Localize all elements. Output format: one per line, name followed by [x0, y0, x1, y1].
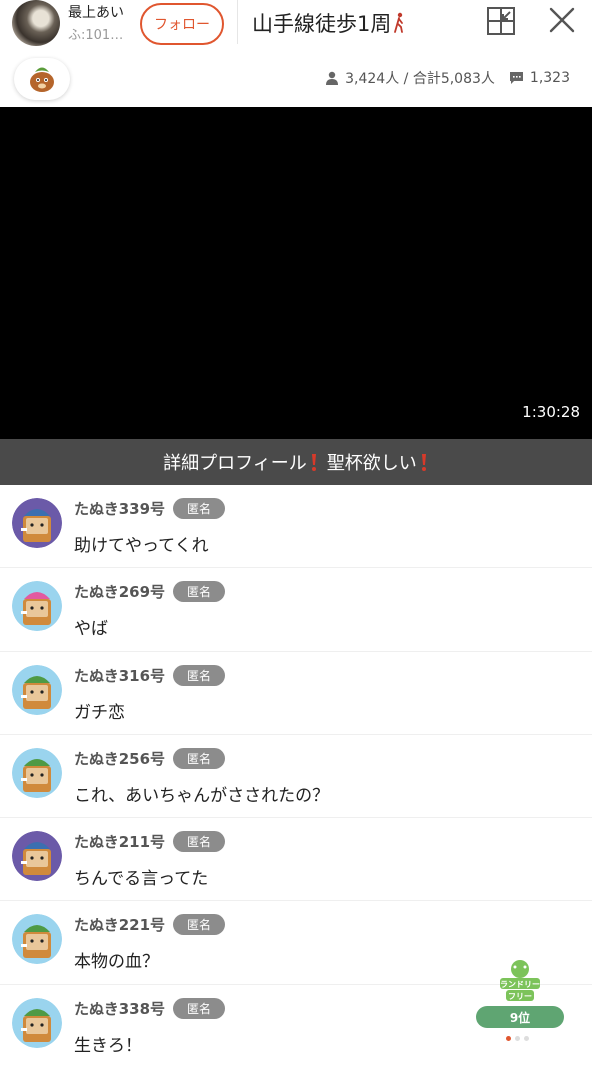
comment-username[interactable]: たぬき211号 匿名 [74, 831, 226, 853]
red-exclamation-icon [311, 454, 316, 471]
viewer-count: 3,424人 / 合計5,083人 [345, 71, 495, 87]
comment-username[interactable]: たぬき339号 匿名 [74, 498, 226, 519]
header-divider [237, 0, 238, 44]
red-exclamation-icon [421, 454, 426, 471]
profile-banner[interactable]: 詳細プロフィール 聖杯欲しい [0, 439, 592, 485]
comment-username-text: たぬき221号 [74, 916, 166, 935]
tanuki-avatar-icon[interactable] [12, 831, 62, 882]
elapsed-time: 1:30:28 [522, 403, 580, 421]
anonymous-badge: 匿名 [173, 914, 226, 936]
stream-title: 山手線徒歩1周 [252, 8, 405, 38]
rank-badge: 9位 [476, 1006, 564, 1028]
comment-username[interactable]: たぬき316号 匿名 [74, 664, 226, 686]
person-icon [326, 71, 339, 85]
host-name[interactable]: 最上あい [68, 2, 124, 22]
carousel-dots [506, 1036, 529, 1041]
comment-username-text: たぬき316号 [74, 666, 166, 685]
host-avatar[interactable] [12, 0, 60, 46]
comment-username[interactable]: たぬき269号 匿名 [74, 581, 226, 603]
comment-row[interactable]: たぬき256号 匿名これ、あいちゃんがさされたの？ [0, 735, 592, 819]
tanuki-avatar-icon[interactable] [12, 997, 62, 1048]
anonymous-badge: 匿名 [173, 498, 226, 519]
comment-username-text: たぬき211号 [74, 833, 166, 852]
svg-text:ランドリー: ランドリー [500, 980, 540, 989]
comment-text: やば [74, 619, 108, 640]
anonymous-badge: 匿名 [173, 747, 226, 769]
comment-username-text: たぬき338号 [74, 999, 166, 1018]
tanuki-avatar-icon[interactable] [12, 747, 62, 798]
header: 最上あい ふ:101… フォロー 山手線徒歩1周 [0, 0, 592, 48]
comment-username-text: たぬき339号 [74, 500, 166, 518]
svg-text:フリー: フリー [508, 992, 532, 1001]
comment-username[interactable]: たぬき221号 匿名 [74, 914, 226, 936]
anonymous-badge: 匿名 [173, 831, 226, 853]
comment-username-text: たぬき269号 [74, 583, 166, 602]
tanuki-brand-button[interactable] [14, 58, 70, 100]
comment-text: 本物の血？ [74, 952, 159, 973]
comment-username-text: たぬき256号 [74, 749, 166, 768]
anonymous-badge: 匿名 [173, 997, 226, 1019]
comment-text: ガチ恋 [74, 702, 125, 723]
comment-row[interactable]: たぬき339号 匿名 助けてやってくれ [0, 485, 592, 569]
tanuki-avatar-icon[interactable] [12, 581, 62, 632]
stream-title-text: 山手線徒歩1周 [252, 12, 392, 36]
anonymous-badge: 匿名 [173, 664, 226, 686]
viewer-stats: 3,424人 / 合計5,083人 1,323 [325, 68, 570, 88]
comment-bubble-icon [509, 72, 523, 84]
comment-row[interactable]: たぬき269号 匿名 やば [0, 568, 592, 652]
laundry-free-logo: ランドリー フリー [500, 960, 540, 1001]
comment-username[interactable]: たぬき256号 匿名 [74, 747, 226, 769]
comment-text: 生きろ！ [74, 1035, 142, 1056]
close-icon[interactable] [548, 6, 576, 34]
anonymous-badge: 匿名 [173, 581, 226, 603]
comment-username[interactable]: たぬき338号 匿名 [74, 997, 226, 1019]
follow-button[interactable]: フォロー [140, 3, 224, 45]
comment-row[interactable]: たぬき211号 匿名 ちんでる言ってた [0, 818, 592, 902]
comment-text: ちんでる言ってた [74, 869, 209, 890]
host-subtitle: ふ:101… [68, 28, 124, 43]
comment-text: 助けてやってくれ [74, 536, 209, 556]
ranking-widget[interactable]: ランドリー フリー 9位 [474, 958, 566, 1046]
picture-in-picture-icon[interactable] [486, 6, 516, 36]
comment-text: これ、あいちゃんがさされたの？ [74, 785, 330, 806]
tanuki-avatar-icon[interactable] [12, 498, 62, 548]
comment-count: 1,323 [529, 70, 570, 86]
tanuki-icon [30, 67, 54, 92]
walking-person-icon [394, 12, 404, 33]
video-player[interactable]: 1:30:28 [0, 107, 592, 439]
tanuki-avatar-icon[interactable] [12, 664, 62, 715]
tanuki-avatar-icon[interactable] [12, 914, 62, 965]
banner-text-wish: 聖杯欲しい [326, 453, 417, 474]
comment-row[interactable]: たぬき316号 匿名 ガチ恋 [0, 652, 592, 735]
banner-text-profile: 詳細プロフィール [163, 453, 307, 474]
